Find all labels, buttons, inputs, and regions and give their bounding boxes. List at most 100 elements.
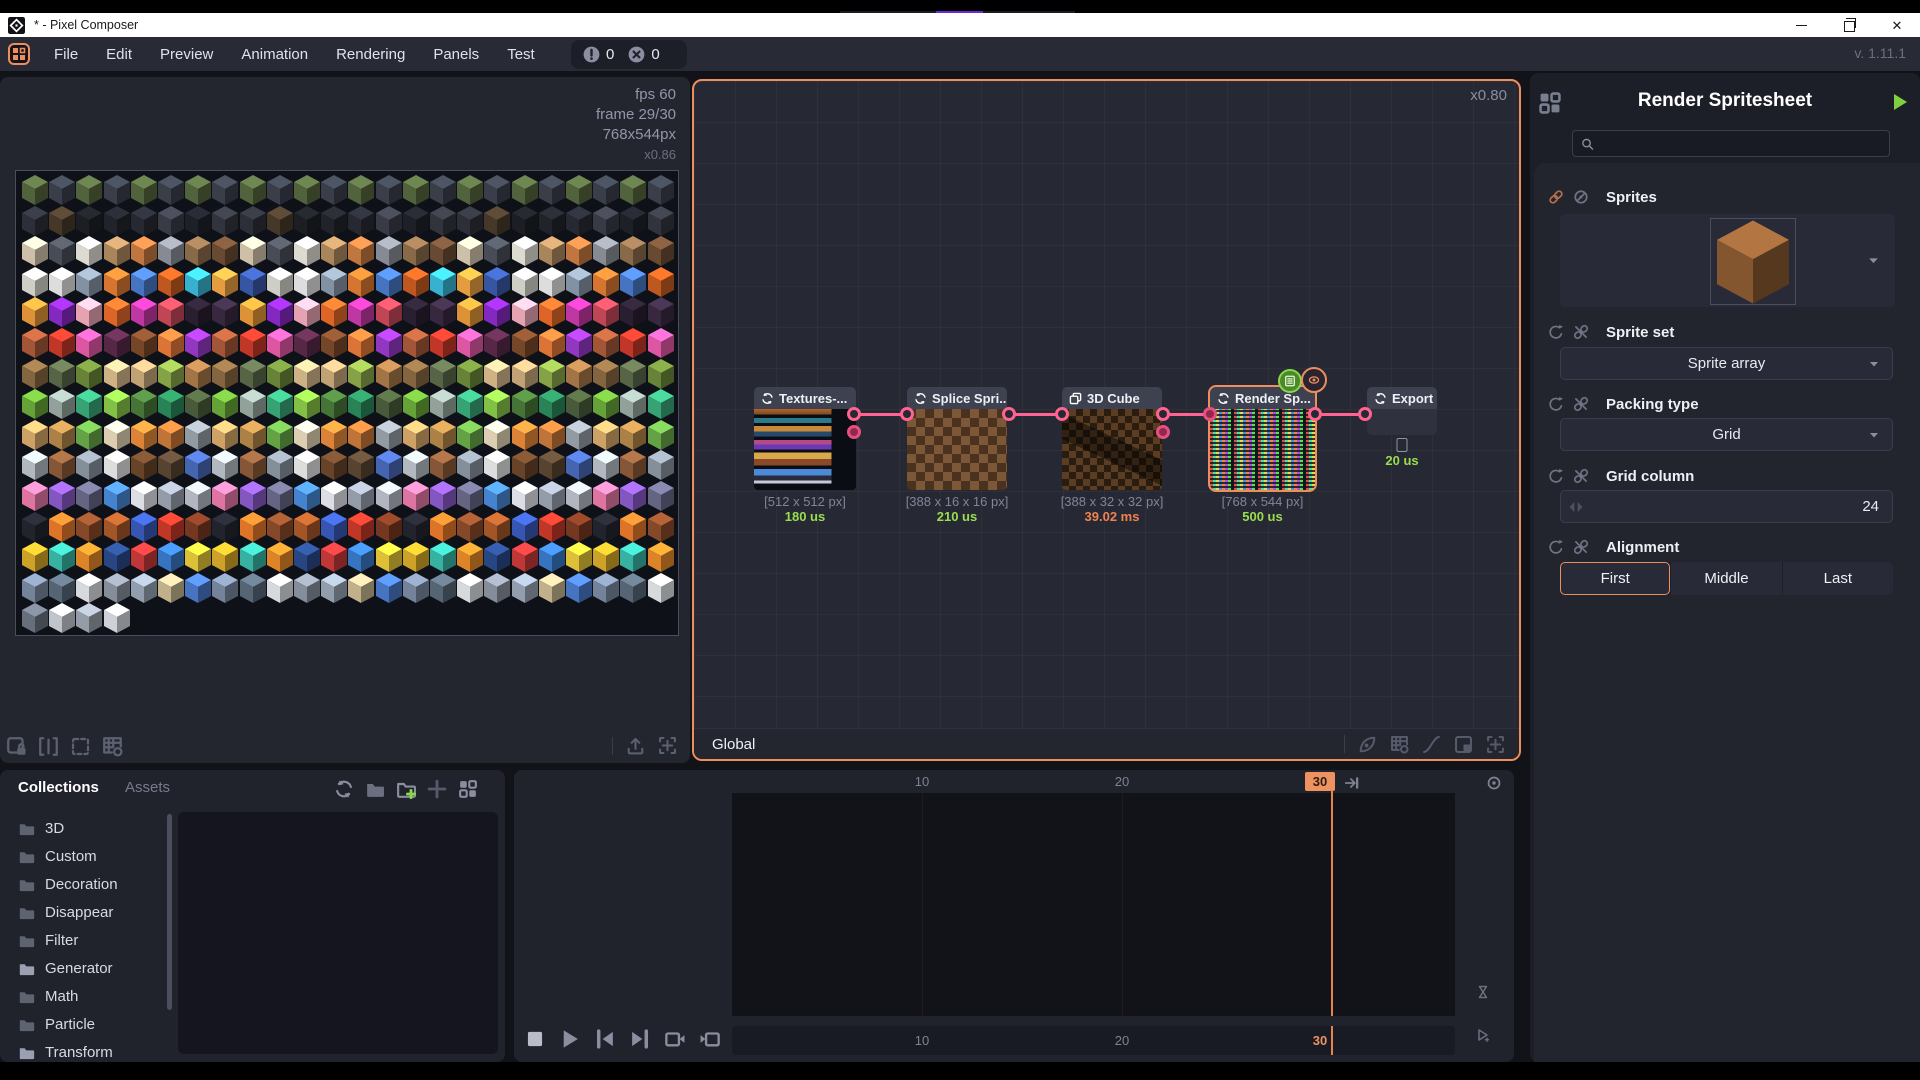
split-view-icon[interactable] bbox=[38, 736, 59, 757]
node-port[interactable] bbox=[1156, 407, 1170, 421]
preview-eye-badge[interactable] bbox=[1301, 367, 1327, 393]
minimap-icon[interactable] bbox=[1454, 735, 1473, 754]
menu-item-rendering[interactable]: Rendering bbox=[322, 37, 419, 71]
folder-item-filter[interactable]: Filter bbox=[6, 926, 162, 954]
playback-settings-icon[interactable] bbox=[1476, 1028, 1490, 1042]
spritesheet-preview-canvas[interactable] bbox=[15, 170, 679, 636]
timeline-canvas[interactable] bbox=[732, 793, 1455, 1016]
link-icon[interactable] bbox=[1548, 189, 1564, 205]
node-port[interactable] bbox=[1308, 407, 1322, 421]
maximize-button[interactable] bbox=[1832, 13, 1866, 37]
connection-curve-icon[interactable] bbox=[1422, 735, 1441, 754]
inspector-search[interactable] bbox=[1572, 130, 1890, 157]
next-keyframe-button[interactable] bbox=[699, 1028, 721, 1050]
folder-item-particle[interactable]: Particle bbox=[6, 1010, 162, 1038]
grid-settings-icon[interactable] bbox=[102, 736, 123, 757]
tab-collections[interactable]: Collections bbox=[18, 779, 99, 796]
node-port[interactable] bbox=[1055, 407, 1069, 421]
node-port[interactable] bbox=[1358, 407, 1372, 421]
add-folder-icon[interactable] bbox=[396, 779, 416, 799]
add-icon[interactable] bbox=[427, 779, 447, 799]
node-graph-canvas[interactable]: x0.80 Textures-...[512 x 512 px]180 usSp… bbox=[694, 81, 1519, 759]
lock-frame-icon[interactable] bbox=[6, 736, 27, 757]
play-button[interactable] bbox=[559, 1028, 581, 1050]
export-preview-icon[interactable] bbox=[626, 736, 645, 755]
sprite-set-dropdown[interactable]: Sprite array bbox=[1560, 347, 1893, 380]
graph-node-export[interactable]: Export bbox=[1367, 387, 1437, 435]
node-header[interactable]: 3D Cube bbox=[1062, 387, 1162, 409]
reset-icon[interactable] bbox=[1548, 324, 1564, 340]
sprites-preview-box[interactable] bbox=[1560, 214, 1895, 307]
node-header[interactable]: Splice Spri... bbox=[907, 387, 1007, 409]
preview-visibility-icon[interactable] bbox=[1358, 735, 1377, 754]
app-menu-logo-icon[interactable] bbox=[8, 43, 30, 65]
node-header[interactable]: Render Sp... bbox=[1210, 387, 1315, 409]
menu-item-panels[interactable]: Panels bbox=[419, 37, 493, 71]
alignment-last-button[interactable]: Last bbox=[1783, 562, 1893, 595]
graph-context-breadcrumb[interactable]: Global bbox=[712, 736, 755, 753]
alignment-first-button[interactable]: First bbox=[1560, 562, 1670, 595]
view-grid-icon[interactable] bbox=[458, 779, 478, 799]
previous-keyframe-button[interactable] bbox=[664, 1028, 686, 1050]
menu-item-animation[interactable]: Animation bbox=[227, 37, 322, 71]
center-graph-icon[interactable] bbox=[1486, 735, 1505, 754]
node-port[interactable] bbox=[847, 425, 861, 439]
menu-item-test[interactable]: Test bbox=[493, 37, 549, 71]
node-port[interactable] bbox=[1203, 407, 1217, 421]
folder-item-math[interactable]: Math bbox=[6, 982, 162, 1010]
spritesheet-badge[interactable] bbox=[1278, 369, 1302, 393]
minimize-button[interactable] bbox=[1784, 13, 1818, 37]
close-button[interactable]: ✕ bbox=[1880, 13, 1914, 37]
alignment-middle-button[interactable]: Middle bbox=[1671, 562, 1781, 595]
skip-to-end-button[interactable] bbox=[629, 1028, 651, 1050]
folder-item-transform[interactable]: Transform bbox=[6, 1038, 162, 1062]
menu-item-preview[interactable]: Preview bbox=[146, 37, 227, 71]
unlink-icon[interactable] bbox=[1573, 324, 1589, 340]
playhead[interactable] bbox=[1331, 790, 1333, 1016]
refresh-icon[interactable] bbox=[334, 779, 354, 799]
reset-icon[interactable] bbox=[1548, 468, 1564, 484]
folder-item-disappear[interactable]: Disappear bbox=[6, 898, 162, 926]
search-input[interactable] bbox=[1600, 135, 1881, 153]
folder-icon[interactable] bbox=[365, 779, 385, 799]
folder-item-3d[interactable]: 3D bbox=[6, 814, 162, 842]
current-frame-marker[interactable]: 30 bbox=[1305, 772, 1335, 791]
graph-node-render-sp-[interactable]: Render Sp... bbox=[1210, 387, 1315, 490]
folder-item-generator[interactable]: Generator bbox=[6, 954, 162, 982]
node-port[interactable] bbox=[900, 407, 914, 421]
jump-to-end-icon[interactable] bbox=[1344, 775, 1360, 791]
center-view-icon[interactable] bbox=[658, 736, 677, 755]
timeline-scrubber[interactable]: 102030 bbox=[732, 1026, 1455, 1055]
timing-mode-icon[interactable] bbox=[1476, 985, 1490, 999]
folder-item-decoration[interactable]: Decoration bbox=[6, 870, 162, 898]
graph-node-3d-cube[interactable]: 3D Cube bbox=[1062, 387, 1162, 490]
junction-icon[interactable] bbox=[1573, 189, 1589, 205]
graph-node-splice-spri-[interactable]: Splice Spri... bbox=[907, 387, 1007, 490]
menu-item-file[interactable]: File bbox=[40, 37, 92, 71]
stepper-icon[interactable] bbox=[1568, 499, 1584, 515]
selection-frame-icon[interactable] bbox=[70, 736, 91, 757]
node-port[interactable] bbox=[847, 407, 861, 421]
node-header[interactable]: Textures-... bbox=[754, 387, 856, 409]
collections-scrollbar[interactable] bbox=[167, 814, 172, 1010]
tab-assets[interactable]: Assets bbox=[125, 779, 170, 796]
node-port[interactable] bbox=[1002, 407, 1016, 421]
node-header[interactable]: Export bbox=[1367, 387, 1437, 409]
menu-item-edit[interactable]: Edit bbox=[92, 37, 146, 71]
chevron-down-icon[interactable] bbox=[1866, 253, 1881, 268]
stop-button[interactable] bbox=[524, 1028, 546, 1050]
notification-counter-box[interactable]: 0 0 bbox=[571, 40, 687, 69]
grid-column-input[interactable]: 24 bbox=[1560, 490, 1893, 523]
packing-type-dropdown[interactable]: Grid bbox=[1560, 418, 1893, 451]
skip-to-start-button[interactable] bbox=[594, 1028, 616, 1050]
run-node-icon[interactable] bbox=[1894, 94, 1907, 110]
graph-grid-settings-icon[interactable] bbox=[1390, 735, 1409, 754]
reset-icon[interactable] bbox=[1548, 539, 1564, 555]
loop-anchor-icon[interactable] bbox=[1486, 775, 1502, 791]
reset-icon[interactable] bbox=[1548, 396, 1564, 412]
unlink-icon[interactable] bbox=[1573, 396, 1589, 412]
unlink-icon[interactable] bbox=[1573, 539, 1589, 555]
node-port[interactable] bbox=[1156, 425, 1170, 439]
graph-node-textures-[interactable]: Textures-... bbox=[754, 387, 856, 490]
folder-item-custom[interactable]: Custom bbox=[6, 842, 162, 870]
